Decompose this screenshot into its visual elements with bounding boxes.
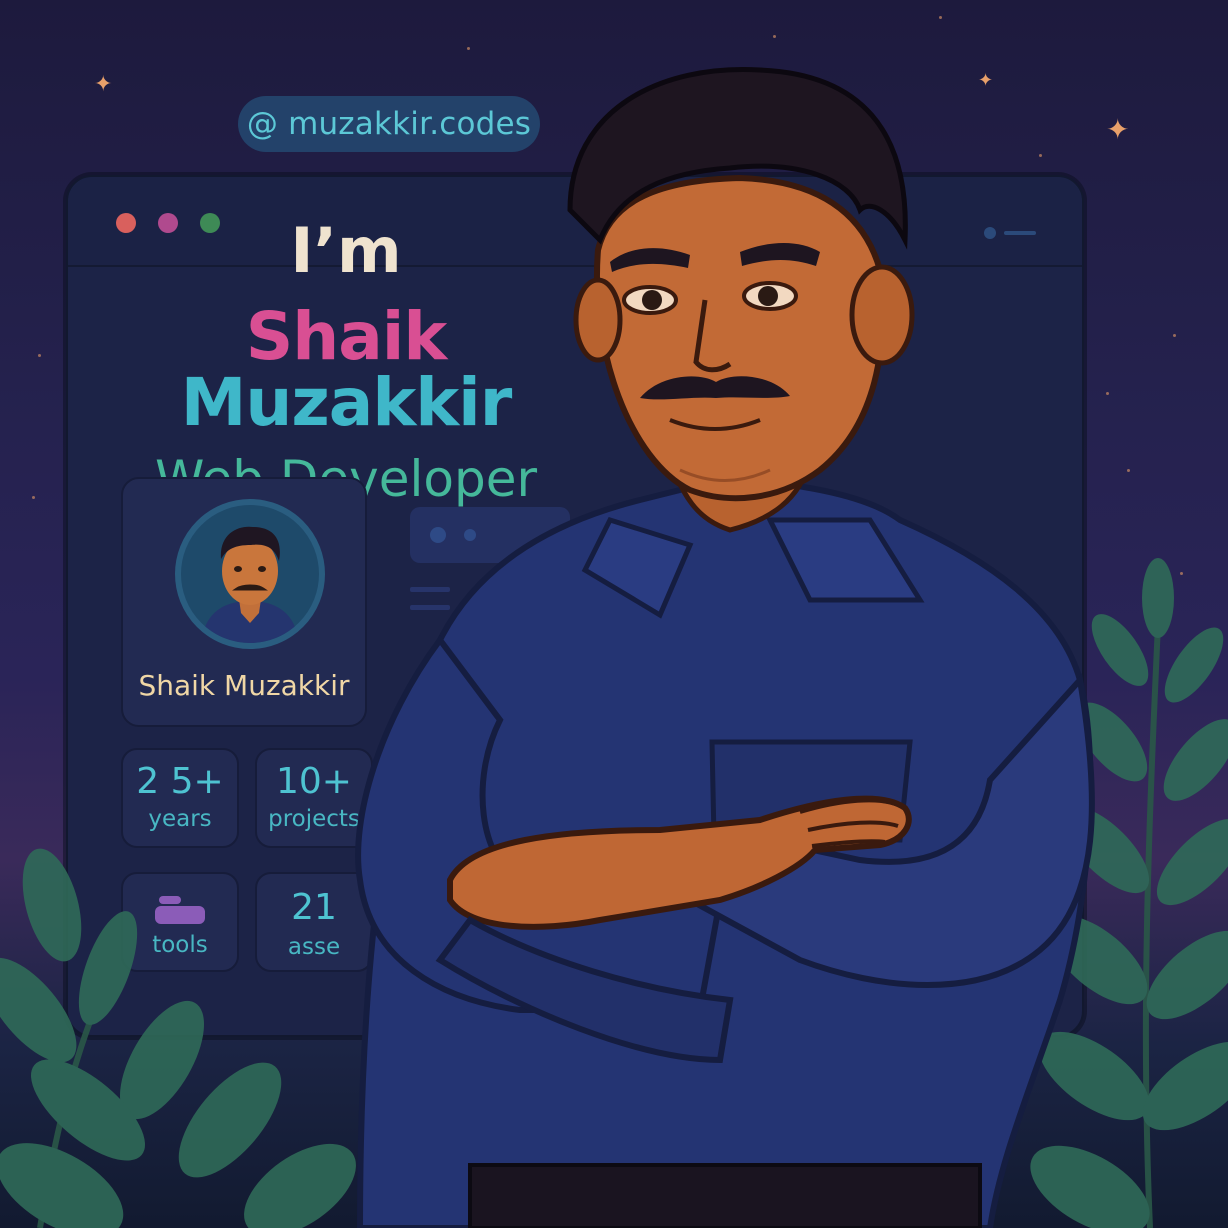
scene: ✦ ✦ ✦ @ muzakkir.codes I’m Shaik Muzakki… [0, 0, 1228, 1228]
developer-illustration [0, 66, 1228, 1228]
face [594, 174, 886, 502]
left-plant [0, 848, 356, 1228]
